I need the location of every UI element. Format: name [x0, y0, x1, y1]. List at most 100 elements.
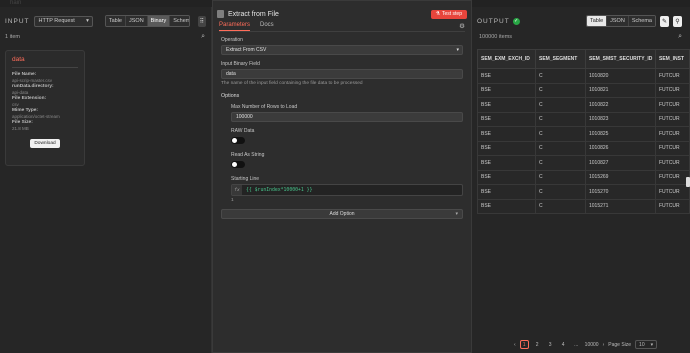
- starting-line-expression: {{ $runIndex*10000+1 }}: [246, 187, 313, 193]
- table-cell: BSE: [477, 68, 536, 84]
- output-view-tabs: Table JSON Schema: [585, 15, 656, 27]
- table-cell: BSE: [477, 111, 536, 127]
- page-button[interactable]: 4: [559, 340, 568, 349]
- table-row: BSE C 1010823 FUTCUR: [477, 111, 690, 127]
- binary-field-label: Input Binary Field: [221, 61, 260, 67]
- page-size-label: Page Size: [608, 341, 632, 348]
- table-row: BSE C 1010822 FUTCUR: [477, 97, 690, 113]
- node-title[interactable]: Extract from File: [228, 11, 279, 18]
- chevron-down-icon: ▾: [455, 211, 458, 217]
- page-size-select[interactable]: 10 ▾: [635, 340, 658, 349]
- page-ellipsis[interactable]: ...: [572, 340, 581, 349]
- output-tab-table[interactable]: Table: [586, 16, 608, 26]
- input-tab-binary[interactable]: Binary: [147, 16, 171, 26]
- table-cell: BSE: [477, 140, 536, 156]
- table-row: BSE C 1015269 FUTCUR: [477, 169, 690, 185]
- table-row: BSE C 1010827 FUTCUR: [477, 155, 690, 171]
- table-cell: BSE: [477, 198, 536, 214]
- table-cell: 1010827: [585, 155, 656, 171]
- binary-data-card: data File Name: api-scrip-master.csv run…: [5, 50, 85, 166]
- starting-line-label: Starting Line: [231, 176, 260, 182]
- max-rows-value: 100000: [236, 114, 253, 120]
- input-tab-json[interactable]: JSON: [126, 16, 148, 26]
- edit-pencil-icon[interactable]: ✎: [660, 15, 669, 27]
- input-source-select[interactable]: HTTP Request ▾: [33, 15, 93, 27]
- add-option-button[interactable]: Add Option ▾: [221, 209, 463, 219]
- starting-line-expression-input[interactable]: fx {{ $runIndex*10000+1 }}: [231, 184, 463, 196]
- output-label: OUTPUT: [477, 17, 510, 25]
- input-panel: INPUT HTTP Request ▾ Table JSON Binary S…: [0, 7, 212, 353]
- table-cell: C: [535, 68, 586, 84]
- node-parameters-modal: Extract from File ⚗ Test step Parameters…: [212, 0, 472, 353]
- next-page-icon[interactable]: ›: [603, 342, 605, 348]
- table-cell: 1010821: [585, 82, 656, 98]
- page-button[interactable]: 2: [533, 340, 542, 349]
- table-cell: BSE: [477, 169, 536, 185]
- output-tab-schema[interactable]: Schema: [628, 16, 655, 26]
- max-rows-input[interactable]: 100000: [231, 112, 463, 122]
- table-header-row: SEM_EXM_EXCH_ID SEM_SEGMENT SEM_SMST_SEC…: [477, 49, 690, 69]
- table-cell: FUTCUR: [655, 155, 690, 171]
- pin-icon[interactable]: ⚲: [673, 15, 682, 27]
- output-tab-json[interactable]: JSON: [607, 16, 629, 26]
- search-icon[interactable]: ⌕: [678, 33, 682, 41]
- chevron-down-icon: ▾: [456, 47, 459, 53]
- page-button[interactable]: 3: [546, 340, 555, 349]
- table-cell: FUTCUR: [655, 169, 690, 185]
- drag-handle-icon[interactable]: ⠿: [197, 15, 206, 27]
- table-cell: C: [535, 126, 586, 142]
- options-heading: Options: [221, 93, 240, 99]
- prev-page-icon[interactable]: ‹: [514, 342, 516, 348]
- table-cell: C: [535, 97, 586, 113]
- modal-tabs: Parameters Docs ⚙: [219, 22, 465, 32]
- column-header[interactable]: SEM_EXM_EXCH_ID: [477, 49, 536, 69]
- table-cell: 1010822: [585, 97, 656, 113]
- gear-icon[interactable]: ⚙: [459, 22, 465, 30]
- table-cell: 1015271: [585, 198, 656, 214]
- download-button[interactable]: Download: [30, 139, 60, 148]
- page-button[interactable]: 1: [519, 340, 529, 349]
- scrollbar-thumb[interactable]: [686, 177, 690, 187]
- table-cell: FUTCUR: [655, 68, 690, 84]
- page-button[interactable]: 10000: [585, 340, 599, 349]
- card-divider: [12, 67, 78, 68]
- operation-select[interactable]: Extract From CSV ▾: [221, 45, 463, 55]
- table-cell: FUTCUR: [655, 140, 690, 156]
- max-rows-label: Max Number of Rows to Load: [231, 104, 298, 110]
- test-step-label: Test step: [441, 11, 462, 17]
- modal-header: Extract from File ⚗ Test step: [217, 8, 467, 20]
- input-item-count: 1 item: [5, 34, 20, 40]
- options-section: Max Number of Rows to Load 100000 RAW Da…: [231, 104, 463, 203]
- column-header[interactable]: SEM_SEGMENT: [535, 49, 586, 69]
- input-tab-schema[interactable]: Schema: [170, 16, 189, 26]
- test-step-button[interactable]: ⚗ Test step: [430, 9, 467, 19]
- table-cell: FUTCUR: [655, 184, 690, 200]
- operation-label: Operation: [221, 37, 243, 43]
- table-cell: C: [535, 155, 586, 171]
- read-as-string-toggle[interactable]: [231, 161, 245, 168]
- page-size-value: 10: [639, 341, 645, 348]
- table-row: BSE C 1010826 FUTCUR: [477, 140, 690, 156]
- output-table: SEM_EXM_EXCH_ID SEM_SEGMENT SEM_SMST_SEC…: [477, 49, 690, 214]
- input-tab-table[interactable]: Table: [105, 16, 126, 26]
- search-icon[interactable]: ⌕: [201, 33, 205, 41]
- table-cell: C: [535, 198, 586, 214]
- flask-icon: ⚗: [435, 11, 440, 17]
- chevron-down-icon: ▾: [650, 341, 654, 348]
- table-cell: C: [535, 169, 586, 185]
- table-cell: C: [535, 140, 586, 156]
- binary-field-hint: The name of the input field containing t…: [221, 81, 363, 86]
- parameters-form: Operation Extract From CSV ▾ Input Binar…: [221, 37, 463, 219]
- table-cell: C: [535, 184, 586, 200]
- tab-docs[interactable]: Docs: [260, 22, 274, 31]
- table-row: BSE C 1010821 FUTCUR: [477, 82, 690, 98]
- table-cell: FUTCUR: [655, 82, 690, 98]
- column-header[interactable]: SEM_INST: [655, 49, 690, 69]
- binary-field-input[interactable]: data: [221, 69, 463, 79]
- file-icon: [217, 10, 224, 18]
- raw-data-toggle[interactable]: [231, 137, 245, 144]
- column-header[interactable]: SEM_SMST_SECURITY_ID: [585, 49, 656, 69]
- table-cell: 1010825: [585, 126, 656, 142]
- starting-line-result: 1: [231, 198, 234, 203]
- tab-parameters[interactable]: Parameters: [219, 22, 251, 31]
